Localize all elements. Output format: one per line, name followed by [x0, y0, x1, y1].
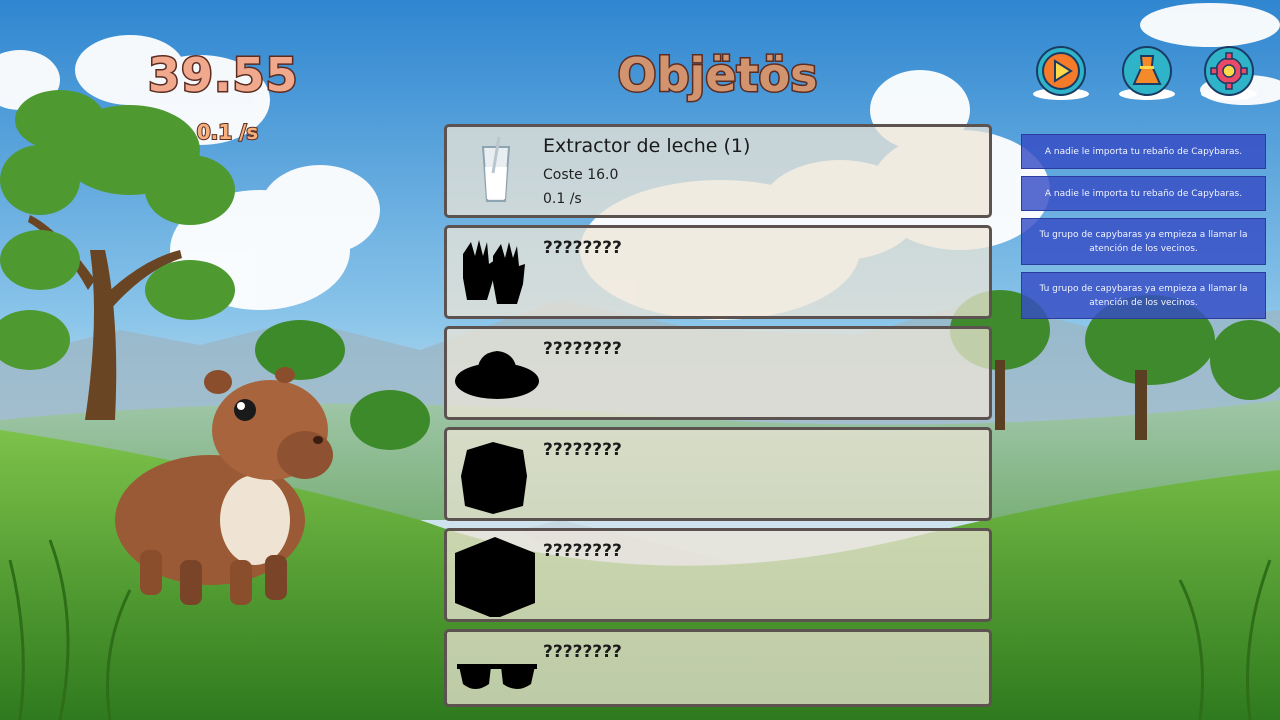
play-icon	[1033, 46, 1089, 100]
item-name: ????????	[543, 440, 622, 460]
gloves-silhouette-icon	[453, 234, 539, 314]
notification-feed: A nadie le importa tu rebaño de Capybara…	[1021, 134, 1266, 326]
outfit-button[interactable]	[1116, 44, 1178, 102]
settings-button[interactable]	[1198, 44, 1260, 102]
item-name: ????????	[543, 541, 622, 561]
item-name: ????????	[543, 339, 622, 359]
score-counter: 39.55	[147, 47, 300, 104]
item-cost: Coste 16.0	[543, 167, 619, 183]
sunglasses-silhouette-icon	[453, 638, 539, 718]
shop-items-list: Extractor de leche (1) Coste 16.0 0.1 /s…	[444, 124, 992, 714]
item-name: ????????	[543, 238, 622, 258]
item-production: 0.1 /s	[543, 191, 582, 207]
hat-silhouette-icon	[453, 335, 539, 415]
notification-message: Tu grupo de capybaras ya empieza a llama…	[1021, 218, 1266, 265]
dress-icon	[1119, 46, 1175, 100]
play-button[interactable]	[1030, 44, 1092, 102]
notification-message: A nadie le importa tu rebaño de Capybara…	[1021, 176, 1266, 211]
settings-gear-icon	[1201, 46, 1257, 100]
shop-item-locked[interactable]: ????????	[444, 225, 992, 319]
shop-item-locked[interactable]: ????????	[444, 629, 992, 707]
notification-message: Tu grupo de capybaras ya empieza a llama…	[1021, 272, 1266, 319]
shop-item-locked[interactable]: ????????	[444, 427, 992, 521]
shop-item-locked[interactable]: ????????	[444, 528, 992, 622]
item-name: Extractor de leche (1)	[543, 135, 751, 157]
page-title: Objëtös	[616, 47, 819, 104]
item-name: ????????	[543, 642, 622, 662]
shop-item-locked[interactable]: ????????	[444, 326, 992, 420]
notification-message: A nadie le importa tu rebaño de Capybara…	[1021, 134, 1266, 169]
cube-silhouette-icon	[453, 537, 539, 619]
production-rate: 0.1 /s	[196, 119, 260, 145]
box-silhouette-icon	[453, 436, 539, 516]
milk-glass-icon	[453, 133, 539, 213]
shop-item-milk-extractor[interactable]: Extractor de leche (1) Coste 16.0 0.1 /s	[444, 124, 992, 218]
